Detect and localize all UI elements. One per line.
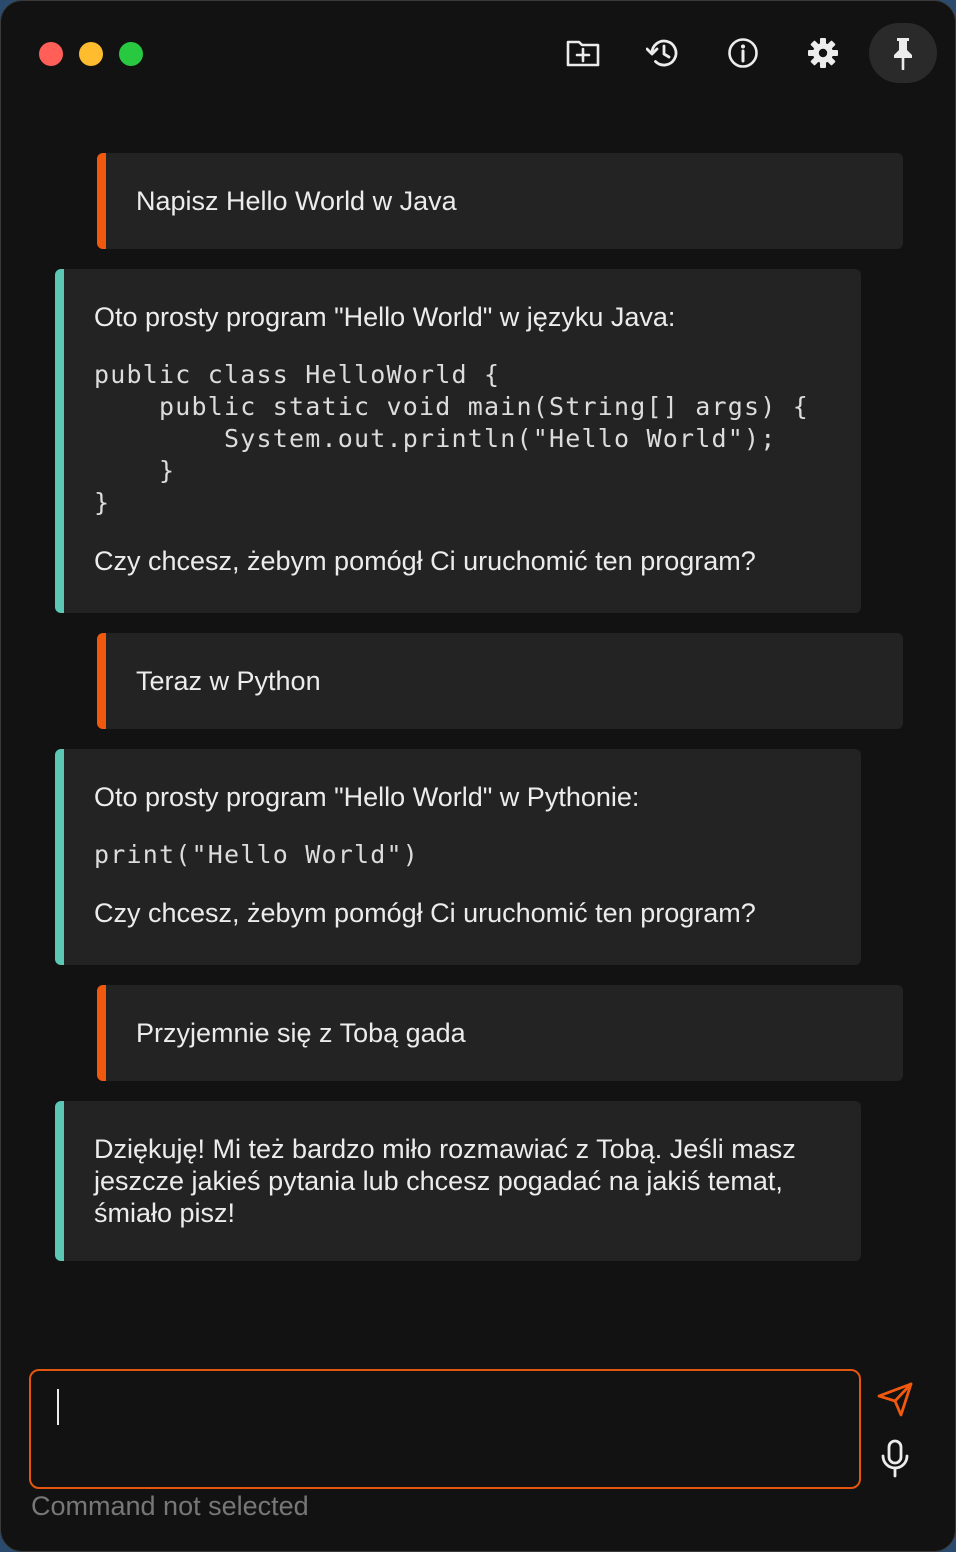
microphone-icon — [881, 1439, 909, 1478]
user-message: Przyjemnie się z Tobą gada — [97, 985, 903, 1081]
assistant-message: Dziękuję! Mi też bardzo miło rozmawiać z… — [55, 1101, 861, 1261]
assistant-message: Oto prosty program "Hello World" w język… — [55, 269, 861, 613]
message-outro: Czy chcesz, żebym pomógł Ci uruchomić te… — [94, 898, 756, 928]
message-input[interactable] — [29, 1369, 861, 1489]
microphone-button[interactable] — [871, 1435, 919, 1483]
folder-plus-icon — [566, 40, 600, 67]
toolbar — [537, 23, 937, 83]
message-text: Teraz w Python — [136, 666, 321, 696]
text-cursor — [57, 1389, 59, 1425]
message-text: Napisz Hello World w Java — [136, 186, 457, 216]
close-window-button[interactable] — [39, 42, 63, 66]
pin-window-button[interactable] — [869, 23, 937, 83]
message-intro: Dziękuję! Mi też bardzo miło rozmawiać z… — [94, 1134, 796, 1228]
minimize-window-button[interactable] — [79, 42, 103, 66]
code-block: print("Hello World") — [94, 840, 420, 869]
traffic-lights — [39, 42, 143, 66]
history-button[interactable] — [629, 23, 697, 83]
gear-icon — [808, 38, 838, 68]
message-intro: Oto prosty program "Hello World" w język… — [94, 302, 676, 332]
status-text: Command not selected — [31, 1491, 309, 1521]
user-message: Teraz w Python — [97, 633, 903, 729]
info-icon — [728, 38, 758, 68]
assistant-message: Oto prosty program "Hello World" w Pytho… — [55, 749, 861, 965]
message-outro: Czy chcesz, żebym pomógł Ci uruchomić te… — [94, 546, 756, 576]
message-intro: Oto prosty program "Hello World" w Pytho… — [94, 782, 640, 812]
message-text: Przyjemnie się z Tobą gada — [136, 1018, 466, 1048]
new-folder-button[interactable] — [549, 23, 617, 83]
user-message: Napisz Hello World w Java — [97, 153, 903, 249]
app-window: Napisz Hello World w Java Oto prosty pro… — [0, 0, 956, 1552]
send-icon — [877, 1382, 913, 1417]
settings-button[interactable] — [789, 23, 857, 83]
send-button[interactable] — [871, 1375, 919, 1423]
zoom-window-button[interactable] — [119, 42, 143, 66]
history-icon — [646, 39, 678, 67]
info-button[interactable] — [709, 23, 777, 83]
code-block: public class HelloWorld { public static … — [94, 360, 810, 517]
pin-icon — [894, 38, 912, 70]
